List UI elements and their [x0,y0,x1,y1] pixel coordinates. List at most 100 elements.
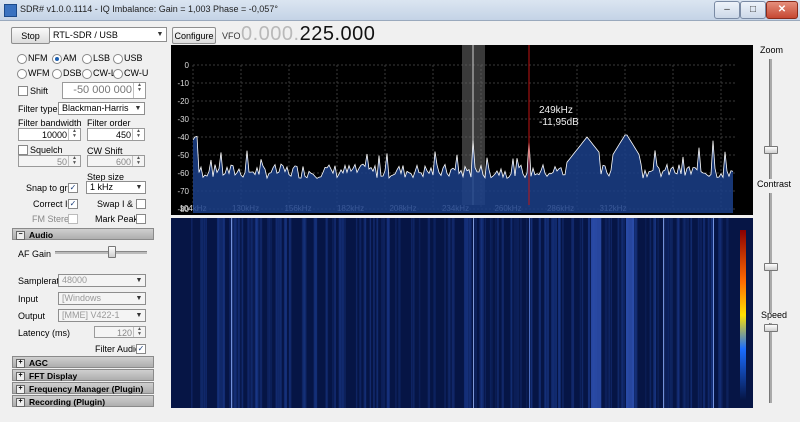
filter-audio-label: Filter Audio [95,344,141,354]
spinner-icon[interactable]: ▲ ▼ [133,83,145,98]
waterfall-noise [259,218,263,408]
waterfall-noise [697,218,699,408]
correct-iq-checkbox[interactable]: ✓ [68,199,78,209]
stop-button[interactable]: Stop [11,27,50,44]
agc-section-header[interactable]: + AGC [12,356,154,368]
step-size-value: 1 kHz [90,182,114,192]
waterfall-noise [279,218,282,408]
waterfall-noise [237,218,240,408]
spinner-icon[interactable]: ▲ ▼ [133,327,145,337]
mode-radio-wfm[interactable] [17,69,27,79]
waterfall-noise [479,218,483,408]
waterfall-svg [191,218,746,408]
waterfall-noise [544,218,548,408]
af-gain-thumb[interactable] [108,246,116,258]
swap-iq-checkbox[interactable] [136,199,146,209]
source-select[interactable]: RTL-SDR / USB ▼ [49,27,167,42]
mode-label-dsb: DSB [63,68,82,78]
samplerate-select[interactable]: 48000 ▼ [58,274,146,287]
waterfall-noise [411,218,413,408]
zoom-slider-thumb[interactable] [764,146,778,154]
waterfall-noise [447,218,449,408]
mode-radio-lsb[interactable] [82,54,92,64]
y-tick-label: -60 [177,169,189,178]
waterfall-noise [217,218,221,408]
agc-section-label: AGC [29,358,48,368]
waterfall-noise [538,218,541,408]
waterfall-noise [376,218,379,408]
zoom-label: Zoom [760,45,784,55]
source-value: RTL-SDR / USB [53,30,118,40]
mode-radio-nfm[interactable] [17,54,27,64]
maximize-button[interactable]: □ [740,1,766,19]
waterfall-noise [608,218,610,408]
waterfall-noise [278,218,280,408]
fft-display-section-header[interactable]: + FFT Display [12,369,154,381]
waterfall-display[interactable] [171,218,753,408]
squelch-input[interactable]: 50 ▲ ▼ [18,155,81,167]
filter-audio-checkbox[interactable]: ✓ [136,344,146,354]
waterfall-noise [247,218,250,408]
filter-order-value: 450 [115,130,131,140]
af-gain-slider[interactable] [55,246,147,258]
waterfall-noise [657,218,659,408]
mode-radio-cwu[interactable] [113,69,123,79]
waterfall-noise [554,218,557,408]
y-tick-label: 0 [185,61,190,70]
mode-radio-dsb[interactable] [52,69,62,79]
filter-bandwidth-input[interactable]: 10000 ▲ ▼ [18,128,81,141]
waterfall-noise [433,218,436,408]
waterfall-noise [205,218,207,408]
contrast-slider-thumb[interactable] [764,263,778,271]
input-select[interactable]: [Windows DirectSound] ▼ [58,292,146,305]
fm-stereo-checkbox[interactable] [68,214,78,224]
audio-section-header[interactable]: − Audio [12,228,154,240]
waterfall-noise [690,218,693,408]
waterfall-noise [621,218,624,408]
chevron-down-icon: ▼ [135,277,143,284]
waterfall-noise [277,218,279,408]
zoom-track [769,59,772,179]
waterfall-noise [601,218,602,408]
cw-shift-input[interactable]: 600 ▲ ▼ [87,155,145,167]
spinner-icon[interactable]: ▲ ▼ [132,156,144,166]
recording-section-header[interactable]: + Recording (Plugin) [12,395,154,407]
mode-radio-usb[interactable] [113,54,123,64]
waterfall-noise [668,218,671,408]
configure-button[interactable]: Configure [172,27,216,44]
mode-radio-cwl[interactable] [82,69,92,79]
output-select[interactable]: [MME] V422-1 (NVIDIA ▼ [58,309,146,322]
af-gain-track [55,251,147,254]
spinner-icon[interactable]: ▲ ▼ [68,129,80,140]
shift-value: -50 000 000 [73,84,132,96]
shift-input[interactable]: -50 000 000 ▲ ▼ [62,82,146,99]
step-size-select[interactable]: 1 kHz ▼ [86,181,146,194]
snap-to-grid-checkbox[interactable]: ✓ [68,183,78,193]
mark-peaks-checkbox[interactable] [136,214,146,224]
waterfall-noise [326,218,329,408]
expand-icon: + [16,385,25,394]
filter-order-input[interactable]: 450 ▲ ▼ [87,128,145,141]
latency-input[interactable]: 120 ▲ ▼ [94,326,146,338]
waterfall-signal [626,218,634,408]
vfo-display[interactable]: 0.000.225.000 [241,23,375,46]
waterfall-noise [360,218,362,408]
filter-type-select[interactable]: Blackman-Harris ▼ [58,102,145,115]
frequency-manager-section-header[interactable]: + Frequency Manager (Plugin) [12,382,154,394]
spinner-icon[interactable]: ▲ ▼ [68,156,80,166]
spectrum-display[interactable]: 0-10-20-30-40-50-60-70-80104kHz130kHz156… [171,45,753,215]
y-tick-label: -30 [177,115,189,124]
waterfall-noise [395,218,397,408]
mode-radio-am[interactable] [52,54,62,64]
shift-checkbox[interactable] [18,86,28,96]
squelch-checkbox[interactable] [18,145,28,155]
waterfall-noise [604,218,608,408]
waterfall-noise [386,218,390,408]
close-button[interactable]: ✕ [766,1,798,19]
minimize-button[interactable]: – [714,1,740,19]
waterfall-noise [571,218,575,408]
waterfall-noise [491,218,493,408]
spinner-icon[interactable]: ▲ ▼ [132,129,144,140]
speed-slider-thumb[interactable] [764,324,778,332]
expand-icon: + [16,359,25,368]
